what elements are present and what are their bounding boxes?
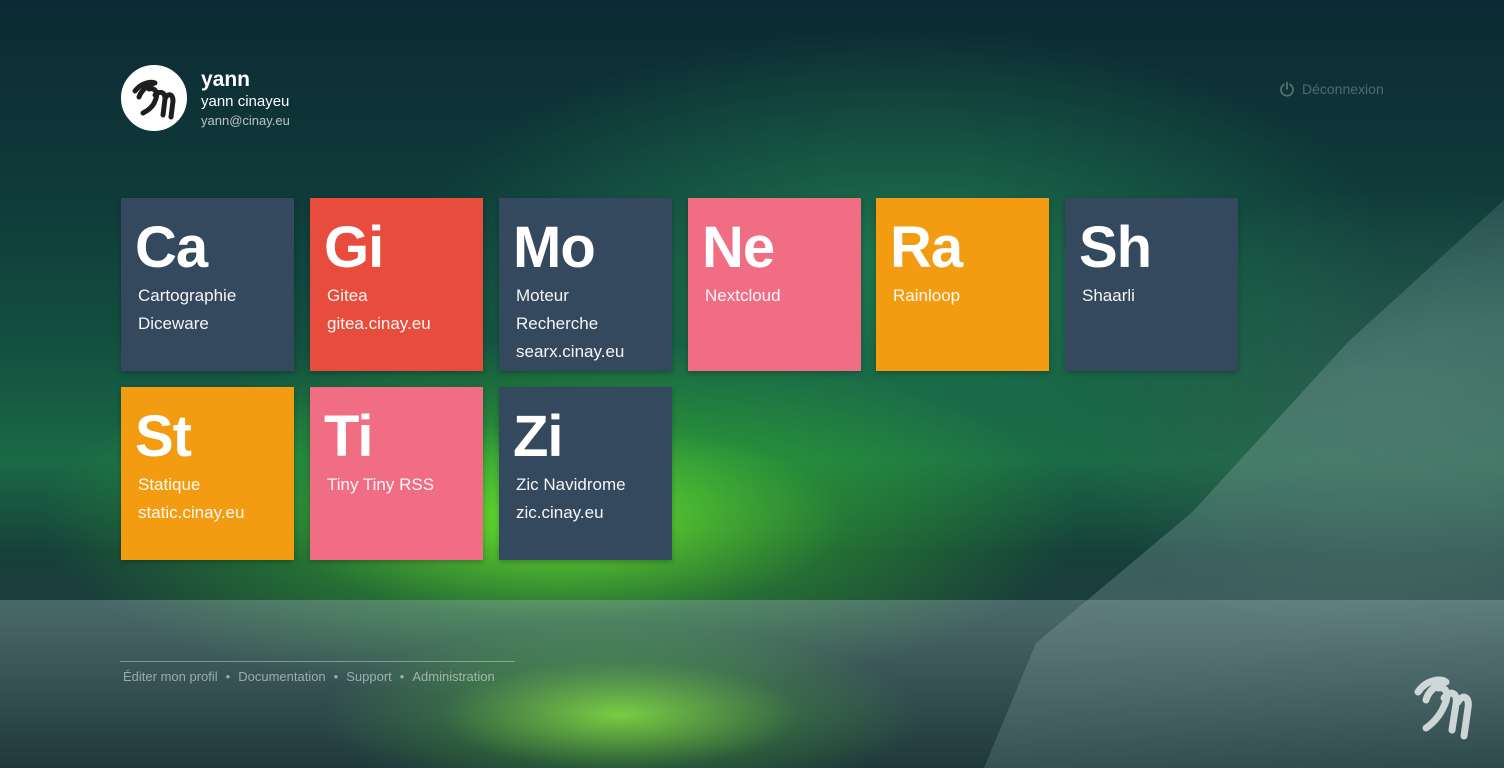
tile-label: Recherche xyxy=(516,314,599,333)
app-tile-gitea[interactable]: Gi Gitea gitea.cinay.eu xyxy=(310,198,483,371)
tile-label: Cartographie xyxy=(138,286,237,305)
tile-label: Shaarli xyxy=(1082,286,1135,305)
tile-label: Gitea xyxy=(327,286,368,305)
app-tile-cartographie[interactable]: Ca Cartographie Diceware xyxy=(121,198,294,371)
avatar xyxy=(121,65,187,131)
footer-separator: • xyxy=(399,669,405,684)
tile-label: zic.cinay.eu xyxy=(516,503,604,522)
user-login: yann xyxy=(201,68,251,91)
footer-links: Éditer mon profil • Documentation • Supp… xyxy=(123,669,495,684)
tile-label: gitea.cinay.eu xyxy=(327,314,431,333)
footer-separator: • xyxy=(333,669,339,684)
logout-label: Déconnexion xyxy=(1302,81,1384,97)
tile-label: Tiny Tiny RSS xyxy=(327,475,435,494)
tile-label: searx.cinay.eu xyxy=(516,342,625,361)
tile-abbr: Gi xyxy=(324,215,384,280)
tile-label: Nextcloud xyxy=(705,286,781,305)
tile-label: Zic Navidrome xyxy=(516,475,626,494)
app-tile-nextcloud[interactable]: Ne Nextcloud xyxy=(688,198,861,371)
footer-separator: • xyxy=(225,669,231,684)
tile-abbr: St xyxy=(135,404,192,469)
power-icon xyxy=(1280,81,1294,97)
tile-label: Moteur xyxy=(516,286,569,305)
footer-divider xyxy=(120,661,515,662)
user-header: yann yann cinayeu yann@cinay.eu xyxy=(121,65,290,131)
background-snowfield xyxy=(0,600,1504,768)
user-info: yann yann cinayeu yann@cinay.eu xyxy=(201,68,290,130)
tile-abbr: Sh xyxy=(1079,215,1152,280)
tile-abbr: Mo xyxy=(513,215,596,280)
app-tile-tiny-tiny-rss[interactable]: Ti Tiny Tiny RSS xyxy=(310,387,483,560)
portal-page: yann yann cinayeu yann@cinay.eu Déconnex… xyxy=(0,0,1504,768)
user-email: yann@cinay.eu xyxy=(201,113,290,128)
app-tile-rainloop[interactable]: Ra Rainloop xyxy=(876,198,1049,371)
tile-abbr: Ne xyxy=(702,215,775,280)
app-tile-shaarli[interactable]: Sh Shaarli xyxy=(1065,198,1238,371)
logout-button[interactable]: Déconnexion xyxy=(1279,81,1384,97)
tile-label: Statique xyxy=(138,475,201,494)
administration-link[interactable]: Administration xyxy=(412,669,494,684)
app-tile-zic-navidrome[interactable]: Zi Zic Navidrome zic.cinay.eu xyxy=(499,387,672,560)
logo-icon xyxy=(132,79,176,120)
app-tile-moteur-recherche[interactable]: Mo Moteur Recherche searx.cinay.eu xyxy=(499,198,672,371)
tile-abbr: Ca xyxy=(135,215,208,280)
corner-logo-icon xyxy=(1414,676,1472,740)
tile-abbr: Ra xyxy=(890,215,963,280)
app-tile-statique[interactable]: St Statique static.cinay.eu xyxy=(121,387,294,560)
tile-label: static.cinay.eu xyxy=(138,503,245,522)
tile-label: Diceware xyxy=(138,314,209,333)
support-link[interactable]: Support xyxy=(346,669,392,684)
documentation-link[interactable]: Documentation xyxy=(238,669,325,684)
tile-abbr: Zi xyxy=(513,404,564,469)
user-fullname: yann cinayeu xyxy=(201,93,290,110)
tile-abbr: Ti xyxy=(324,404,374,469)
edit-profile-link[interactable]: Éditer mon profil xyxy=(123,669,218,684)
tile-label: Rainloop xyxy=(893,286,961,305)
